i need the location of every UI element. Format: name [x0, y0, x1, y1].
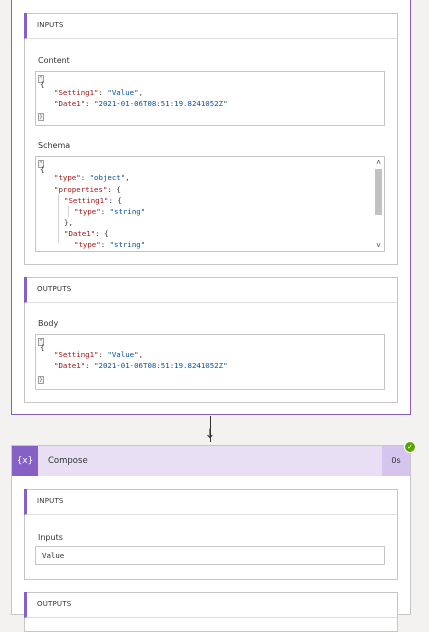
scroll-up-icon[interactable]: ˄	[374, 158, 383, 167]
compose-title: Compose	[48, 456, 88, 466]
compose-outputs-section: OUTPUTS	[24, 592, 398, 632]
content-label: Content	[38, 56, 70, 65]
content-code-viewer[interactable]: ^ { "Setting1": "Value", "Date1": "2021-…	[35, 71, 385, 126]
inputs-label: Inputs	[38, 533, 63, 542]
schema-line: "Date1": {	[64, 229, 109, 238]
schema-open-brace: {	[40, 165, 45, 174]
fold-end-icon[interactable]: }	[38, 376, 44, 384]
arrow-down-icon: ↓	[204, 427, 216, 442]
schema-line: "type": "object",	[54, 173, 130, 182]
schema-line: "type": "string"	[74, 207, 146, 216]
outputs-section: OUTPUTS Body ^ { "Setting1": "Value", "D…	[24, 277, 398, 403]
schema-label: Schema	[38, 141, 71, 150]
fold-end-icon[interactable]: }	[38, 113, 44, 121]
body-line: "Date1": "2021-01-06T08:51:19.8241052Z"	[54, 361, 228, 370]
schema-line: "type": "string"	[74, 240, 146, 249]
content-line: "Setting1": "Value",	[54, 88, 144, 97]
compose-outputs-header: OUTPUTS	[24, 592, 397, 618]
compose-inputs-header: INPUTS	[24, 489, 397, 515]
outputs-header: OUTPUTS	[24, 277, 397, 303]
schema-code-viewer[interactable]: ^ { "type": "object", "properties": { "S…	[35, 156, 385, 252]
schema-line: "properties": {	[54, 185, 121, 194]
scrollbar-thumb[interactable]	[375, 169, 382, 215]
compose-action-card[interactable]: {x} Compose 0s INPUTS Inputs Value OUTPU…	[11, 445, 411, 632]
schema-scrollbar[interactable]: ˄ ˅	[374, 157, 384, 251]
body-code-viewer[interactable]: ^ { "Setting1": "Value", "Date1": "2021-…	[35, 334, 385, 390]
body-line: "Setting1": "Value",	[54, 350, 144, 359]
inputs-header: INPUTS	[24, 13, 397, 39]
inputs-section: INPUTS Content ^ { "Setting1": "Value", …	[24, 13, 398, 265]
check-icon: ✓	[404, 441, 416, 453]
compose-inputs-section: INPUTS Inputs Value	[24, 489, 398, 580]
parse-json-action-card: INPUTS Content ^ { "Setting1": "Value", …	[11, 0, 411, 415]
compose-header[interactable]: {x} Compose 0s	[12, 446, 410, 476]
body-label: Body	[38, 319, 59, 328]
schema-line: "Setting1": {	[64, 196, 122, 205]
compose-icon: {x}	[12, 446, 38, 476]
indent-guide	[58, 195, 59, 243]
scroll-down-icon[interactable]: ˅	[374, 241, 383, 250]
content-open-brace: {	[40, 80, 45, 89]
body-open-brace: {	[40, 343, 45, 352]
content-line: "Date1": "2021-01-06T08:51:19.8241052Z"	[54, 99, 228, 108]
inputs-value-field[interactable]: Value	[35, 546, 385, 565]
schema-line: },	[64, 218, 73, 227]
indent-guide	[68, 206, 69, 217]
